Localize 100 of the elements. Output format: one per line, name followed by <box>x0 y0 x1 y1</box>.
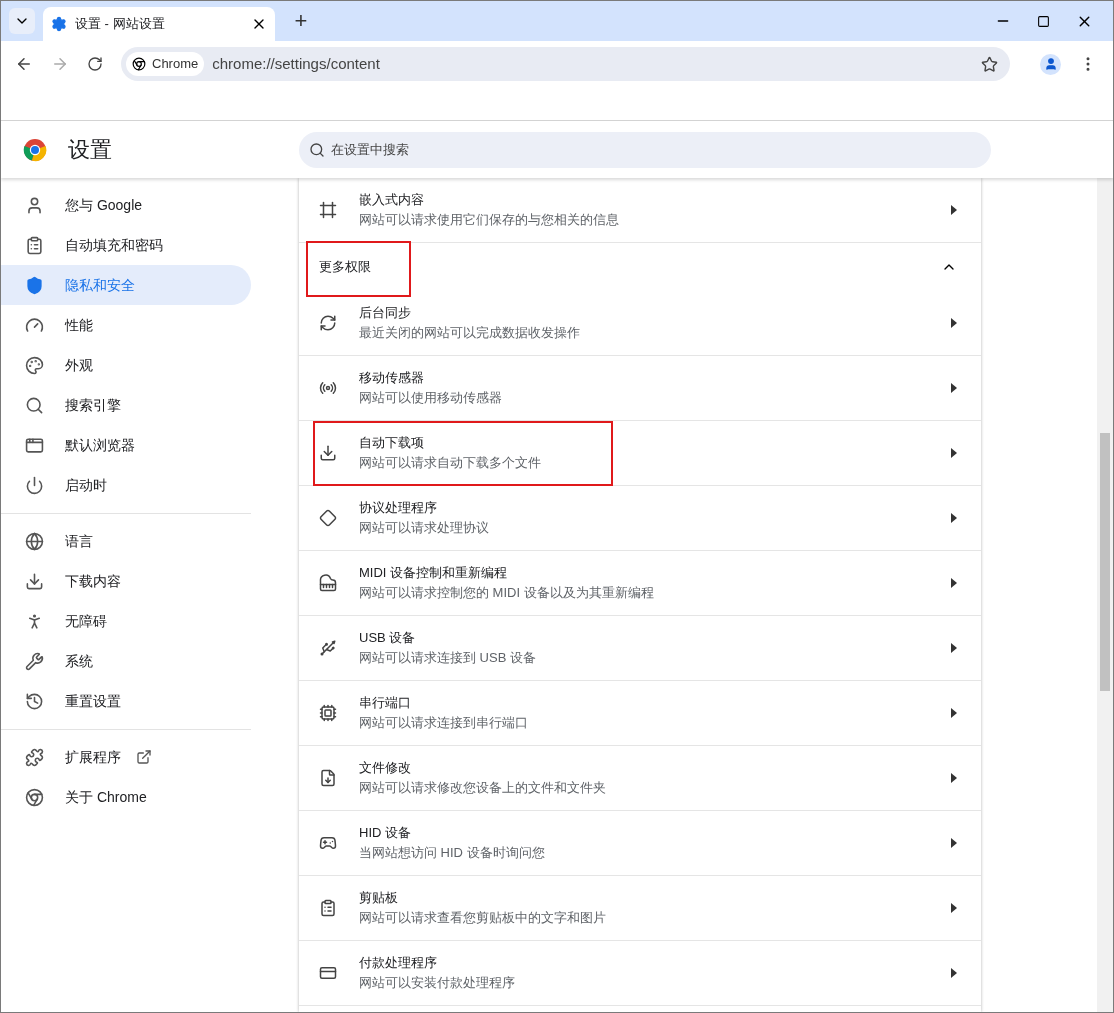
sidebar-item[interactable]: 默认浏览器 <box>1 425 251 465</box>
sidebar-item[interactable]: 外观 <box>1 345 251 385</box>
download-icon <box>319 444 337 462</box>
sidebar-item[interactable]: 关于 Chrome <box>1 777 251 817</box>
chip-icon <box>319 704 337 722</box>
row-subtitle: 网站可以请求使用它们保存的与您相关的信息 <box>359 211 620 229</box>
sidebar-item-label: 自动填充和密码 <box>65 235 163 255</box>
settings-row[interactable]: 串行端口 网站可以请求连接到串行端口 <box>299 681 981 746</box>
settings-row[interactable]: 后台同步 最近关闭的网站可以完成数据收发操作 <box>299 291 981 356</box>
usb-icon <box>319 639 337 657</box>
row-title: 串行端口 <box>359 694 412 712</box>
chrome-logo-icon <box>25 787 44 807</box>
sidebar-item[interactable]: 重置设置 <box>1 681 251 721</box>
external-link-icon[interactable] <box>136 749 152 765</box>
puzzle-icon <box>25 747 44 767</box>
row-subtitle: 网站可以请求查看您剪贴板中的文字和图片 <box>359 909 607 927</box>
arrow-right-icon <box>951 318 957 328</box>
search-icon <box>309 141 325 158</box>
row-subtitle: 网站可以请求控制您的 MIDI 设备以及为其重新编程 <box>359 584 655 602</box>
arrow-right-icon <box>951 383 957 393</box>
search-field[interactable]: 在设置中搜索 <box>299 131 991 168</box>
row-subtitle: 网站可以请求修改您设备上的文件和文件夹 <box>359 779 607 797</box>
arrow-right-icon <box>951 773 957 783</box>
new-tab-button[interactable]: + <box>287 7 315 35</box>
row-subtitle: 最近关闭的网站可以完成数据收发操作 <box>359 324 581 342</box>
sidebar-item[interactable]: 搜索引擎 <box>1 385 251 425</box>
row-title: MIDI 设备控制和重新编程 <box>359 564 509 582</box>
diamond-icon <box>319 509 337 527</box>
sidebar-item[interactable]: 您与 Google <box>1 185 251 225</box>
history-icon <box>25 691 44 711</box>
site-chip[interactable]: Chrome <box>126 52 205 76</box>
site-chip-label: Chrome <box>152 55 199 74</box>
chrome-logo-icon <box>132 57 146 71</box>
profile-avatar[interactable] <box>1040 53 1061 75</box>
row-title: USB 设备 <box>359 629 417 647</box>
reload-icon[interactable] <box>87 56 103 72</box>
sidebar-item-label: 重置设置 <box>65 691 121 711</box>
scrollbar[interactable] <box>1097 178 1113 1012</box>
chrome-logo-icon <box>23 137 47 162</box>
gauge-icon <box>25 315 44 335</box>
address-bar[interactable]: Chrome chrome://settings/content <box>121 47 1010 81</box>
section-title: 更多权限 <box>319 258 372 277</box>
arrow-right-icon <box>951 205 957 215</box>
sidebar-item[interactable]: 系统 <box>1 641 251 681</box>
tab-search-button[interactable] <box>9 8 35 34</box>
row-title: 嵌入式内容 <box>359 191 425 209</box>
settings-row[interactable]: 文件修改 网站可以请求修改您设备上的文件和文件夹 <box>299 746 981 811</box>
row-subtitle: 网站可以请求连接到 USB 设备 <box>359 649 537 667</box>
sidebar-item[interactable]: 扩展程序 <box>1 737 251 777</box>
row-title: 剪贴板 <box>359 889 399 907</box>
settings-row[interactable]: 嵌入式内容 网站可以请求使用它们保存的与您相关的信息 <box>299 178 981 243</box>
url-text: chrome://settings/content <box>212 53 381 74</box>
arrow-right-icon <box>951 708 957 718</box>
sidebar-item-label: 扩展程序 <box>65 747 121 767</box>
sidebar-item-label: 默认浏览器 <box>65 435 135 455</box>
row-subtitle: 网站可以请求连接到串行端口 <box>359 714 529 732</box>
row-subtitle: 网站可以请求处理协议 <box>359 519 490 537</box>
file-icon <box>319 769 337 787</box>
palette-icon <box>25 355 44 375</box>
bookmark-star-icon[interactable] <box>981 55 998 73</box>
section-header[interactable]: 更多权限 <box>299 243 981 291</box>
sidebar-item[interactable]: 下载内容 <box>1 561 251 601</box>
sidebar-item[interactable]: 无障碍 <box>1 601 251 641</box>
sidebar-item-label: 搜索引擎 <box>65 395 121 415</box>
sidebar-item[interactable]: 性能 <box>1 305 251 345</box>
row-subtitle: 当网站想访问 HID 设备时询问您 <box>359 844 546 862</box>
arrow-right-icon <box>951 968 957 978</box>
person-icon <box>25 195 44 215</box>
tab-title: 设置 - 网站设置 <box>75 15 166 34</box>
row-title: 移动传感器 <box>359 369 425 387</box>
row-title: HID 设备 <box>359 824 412 842</box>
settings-row[interactable]: 剪贴板 网站可以请求查看您剪贴板中的文字和图片 <box>299 876 981 941</box>
row-subtitle: 网站可以使用移动传感器 <box>359 389 503 407</box>
piano-keys-icon <box>319 574 337 592</box>
sidebar-item[interactable]: 启动时 <box>1 465 251 505</box>
window-icon <box>25 435 44 455</box>
sidebar-item[interactable]: 语言 <box>1 521 251 561</box>
settings-row[interactable]: USB 设备 网站可以请求连接到 USB 设备 <box>299 616 981 681</box>
settings-row[interactable]: 付款处理程序 网站可以安装付款处理程序 <box>299 941 981 1006</box>
sidebar-item[interactable]: 隐私和安全 <box>1 265 251 305</box>
globe-icon <box>25 531 44 551</box>
arrow-right-icon <box>951 578 957 588</box>
sidebar-item-label: 启动时 <box>65 475 107 495</box>
settings-row[interactable]: 移动传感器 网站可以使用移动传感器 <box>299 356 981 421</box>
settings-icon <box>51 16 67 32</box>
settings-row[interactable]: HID 设备 当网站想访问 HID 设备时询问您 <box>299 811 981 876</box>
sidebar-item-label: 隐私和安全 <box>65 275 135 295</box>
settings-row[interactable]: MIDI 设备控制和重新编程 网站可以请求控制您的 MIDI 设备以及为其重新编程 <box>299 551 981 616</box>
row-title: 协议处理程序 <box>359 499 438 517</box>
arrow-right-icon <box>951 643 957 653</box>
back-icon[interactable] <box>15 55 33 73</box>
sidebar-item[interactable]: 自动填充和密码 <box>1 225 251 265</box>
row-title: 文件修改 <box>359 759 412 777</box>
settings-row[interactable]: 自动下载项 网站可以请求自动下载多个文件 <box>299 421 981 486</box>
sidebar-item-label: 性能 <box>65 315 93 335</box>
browser-tab[interactable]: 设置 - 网站设置 <box>43 7 275 41</box>
clipboard-icon <box>25 235 44 255</box>
settings-row[interactable]: 协议处理程序 网站可以请求处理协议 <box>299 486 981 551</box>
arrow-right-icon <box>951 838 957 848</box>
maximize-icon[interactable] <box>1037 14 1050 28</box>
